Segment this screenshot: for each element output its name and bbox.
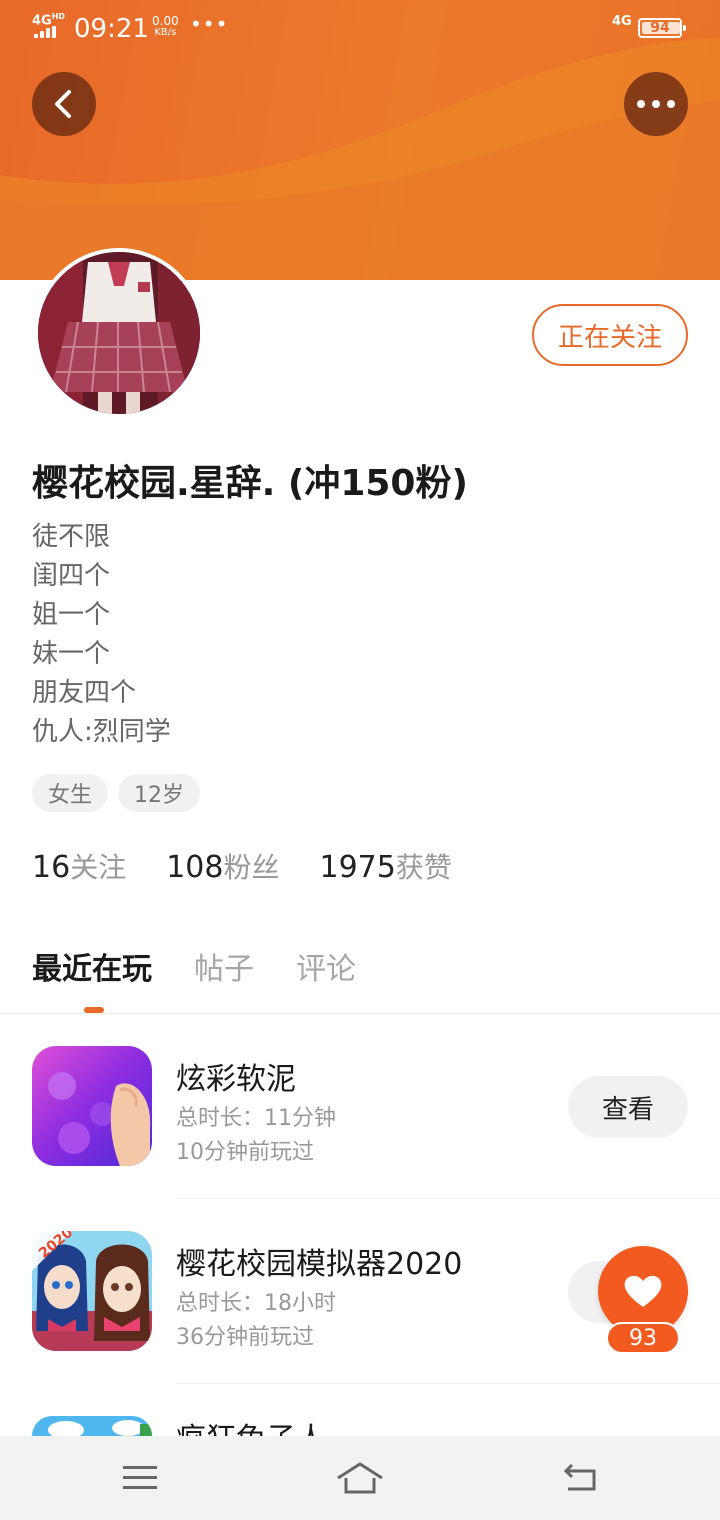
system-navigation-bar xyxy=(0,1436,720,1520)
list-item[interactable]: 炫彩软泥 总时长：11分钟 10分钟前玩过 查看 xyxy=(0,1014,720,1200)
game-duration: 总时长：18小时 xyxy=(176,1291,336,1316)
profile-header-banner: 4GHD 09:21 0.00 KB/s ••• 4G 94 xyxy=(0,0,720,280)
chevron-left-icon xyxy=(55,90,71,118)
likes-received-count: 1975 xyxy=(319,850,396,885)
likes-received-label: 获赞 xyxy=(395,851,452,884)
fans-count: 108 xyxy=(166,850,224,885)
bio-line: 闺四个 xyxy=(32,561,111,591)
tab-posts[interactable]: 帖子 xyxy=(194,944,254,988)
sakura-school-game-icon: 2020 xyxy=(32,1231,152,1351)
back-button[interactable] xyxy=(32,72,96,136)
profile-tags: 女生 12岁 xyxy=(32,774,201,812)
bio-line: 妹一个 xyxy=(32,639,111,669)
tab-comments[interactable]: 评论 xyxy=(296,944,356,988)
avatar[interactable] xyxy=(34,248,204,418)
likes-stat: 1975 获赞 xyxy=(319,846,451,886)
partial-game-icon xyxy=(32,1416,152,1436)
fans-stat[interactable]: 108 粉丝 xyxy=(166,846,279,886)
more-options-button[interactable] xyxy=(624,72,688,136)
back-nav-button[interactable] xyxy=(550,1454,610,1502)
game-last-played: 36分钟前玩过 xyxy=(176,1325,314,1350)
bio-line: 姐一个 xyxy=(32,600,111,630)
divider xyxy=(176,1383,720,1384)
battery-icon: 94 xyxy=(638,18,686,38)
view-button[interactable]: 查看 xyxy=(568,1076,688,1138)
more-dots-icon xyxy=(637,100,675,108)
tab-recently-played[interactable]: 最近在玩 xyxy=(32,944,152,988)
bio-line: 徒不限 xyxy=(32,522,111,552)
menu-nav-button[interactable] xyxy=(110,1454,170,1502)
slime-game-icon xyxy=(32,1046,152,1166)
clock: 09:21 xyxy=(74,14,149,44)
game-title: 疯狂兔子人 xyxy=(176,1422,576,1436)
bio-line: 仇人:烈同学 xyxy=(32,717,171,747)
following-label: 关注 xyxy=(70,851,127,884)
game-title: 樱花校园模拟器2020 xyxy=(176,1247,463,1282)
battery-level: 94 xyxy=(650,20,670,36)
home-icon xyxy=(337,1462,383,1494)
back-arrow-icon xyxy=(563,1463,596,1491)
fans-label: 粉丝 xyxy=(223,851,280,884)
game-title: 炫彩软泥 xyxy=(176,1062,296,1097)
partial-game-title-clip: 疯狂兔子人 xyxy=(176,1422,576,1436)
profile-name: 樱花校园.星辞. (冲150粉) xyxy=(32,463,468,504)
like-count: 93 xyxy=(606,1322,680,1354)
profile-bio: 徒不限 闺四个 姐一个 妹一个 朋友四个 仇人:烈同学 xyxy=(32,518,171,752)
following-stat[interactable]: 16 关注 xyxy=(32,846,126,886)
bio-line: 朋友四个 xyxy=(32,678,137,708)
heart-icon xyxy=(624,1275,662,1307)
following-button[interactable]: 正在关注 xyxy=(532,304,688,366)
network-type-right: 4G xyxy=(612,14,632,29)
gender-tag: 女生 xyxy=(32,774,109,812)
more-notifications-icon: ••• xyxy=(190,12,229,36)
game-last-played: 10分钟前玩过 xyxy=(176,1140,314,1165)
home-nav-button[interactable] xyxy=(330,1454,390,1502)
network-speed: 0.00 KB/s xyxy=(152,14,179,38)
profile-tabs: 最近在玩 帖子 评论 xyxy=(32,944,398,988)
avatar-photo xyxy=(38,252,200,414)
following-count: 16 xyxy=(32,850,71,885)
age-tag: 12岁 xyxy=(118,774,201,812)
hamburger-menu-icon xyxy=(123,1466,157,1489)
signal-icon xyxy=(34,26,58,38)
profile-stats: 16 关注 108 粉丝 1975 获赞 xyxy=(32,846,492,886)
game-duration: 总时长：11分钟 xyxy=(176,1106,336,1131)
status-bar: 4GHD 09:21 0.00 KB/s ••• 4G 94 xyxy=(0,0,720,56)
